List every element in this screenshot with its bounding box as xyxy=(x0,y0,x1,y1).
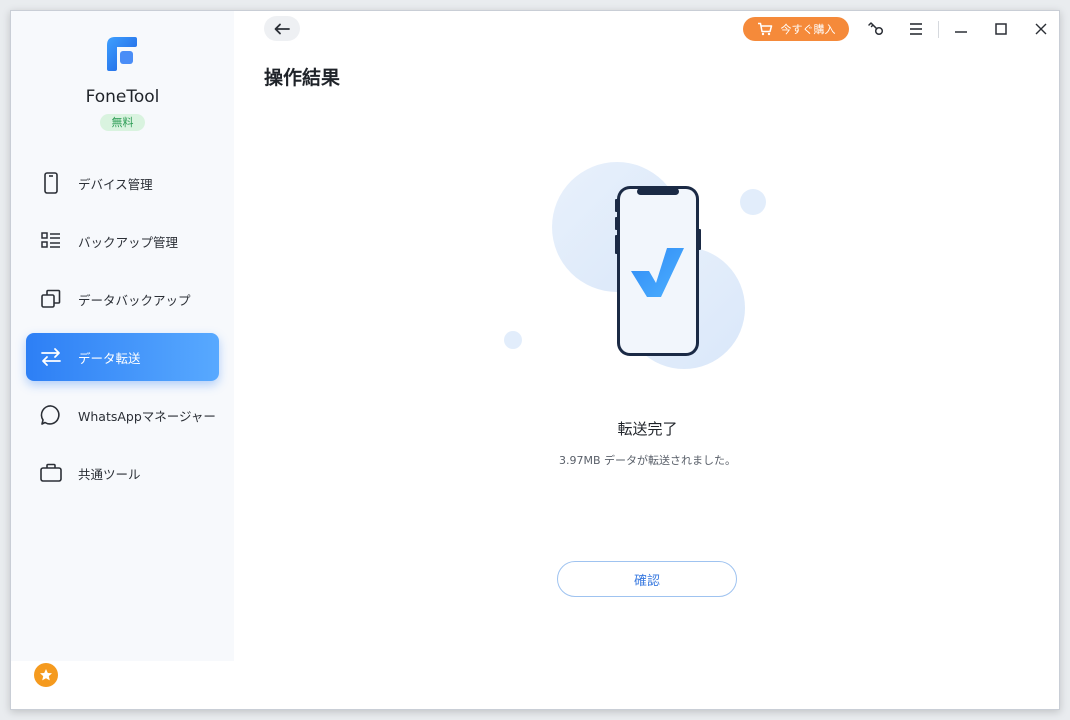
toolbar-divider xyxy=(938,21,939,38)
list-icon xyxy=(40,230,62,252)
chat-icon xyxy=(40,404,62,426)
app-title: FoneTool xyxy=(85,87,160,107)
page-title: 操作結果 xyxy=(264,67,341,89)
sidebar-item-label: データ転送 xyxy=(78,350,141,366)
fonetool-logo-icon xyxy=(107,37,137,71)
sidebar-item-whatsapp-manager[interactable]: WhatsAppマネージャー xyxy=(26,391,219,439)
close-icon[interactable] xyxy=(1031,19,1051,39)
back-button[interactable] xyxy=(264,16,300,41)
buy-now-button[interactable]: 今すぐ購入 xyxy=(743,17,849,41)
sidebar-item-backup-management[interactable]: バックアップ管理 xyxy=(26,217,219,265)
key-icon[interactable] xyxy=(866,19,886,39)
sidebar-item-label: 共通ツール xyxy=(78,466,141,482)
star-rating-icon[interactable] xyxy=(34,663,58,687)
sidebar-nav: デバイス管理 バックアップ管理 データバックアップ データ転送 WhatsApp… xyxy=(26,159,219,507)
sidebar-item-label: デバイス管理 xyxy=(78,176,153,192)
cart-icon xyxy=(757,22,772,36)
app-window: FoneTool 無料 デバイス管理 バックアップ管理 データバックアップ デー… xyxy=(10,10,1060,710)
sidebar-item-common-tools[interactable]: 共通ツール xyxy=(26,449,219,497)
sidebar-item-label: バックアップ管理 xyxy=(78,234,179,250)
menu-icon[interactable] xyxy=(906,19,926,39)
phone-icon xyxy=(40,172,62,194)
sidebar: FoneTool 無料 デバイス管理 バックアップ管理 データバックアップ デー… xyxy=(11,11,234,687)
arrow-left-icon xyxy=(274,23,290,34)
briefcase-icon xyxy=(40,462,62,484)
confirm-button[interactable]: 確認 xyxy=(557,561,737,597)
result-description: 3.97MB データが転送されました。 xyxy=(558,454,737,467)
sidebar-item-label: WhatsAppマネージャー xyxy=(78,408,216,424)
free-badge: 無料 xyxy=(100,114,145,131)
maximize-icon[interactable] xyxy=(991,19,1011,39)
transfer-complete-illustration xyxy=(504,162,766,369)
result-title: 転送完了 xyxy=(617,420,678,438)
transfer-icon xyxy=(40,346,62,368)
sidebar-item-data-backup[interactable]: データバックアップ xyxy=(26,275,219,323)
buy-now-label: 今すぐ購入 xyxy=(780,23,836,36)
copy-icon xyxy=(40,288,62,310)
sidebar-item-device-management[interactable]: デバイス管理 xyxy=(26,159,219,207)
sidebar-item-data-transfer[interactable]: データ転送 xyxy=(26,333,219,381)
sidebar-item-label: データバックアップ xyxy=(78,292,191,308)
minimize-icon[interactable] xyxy=(951,19,971,39)
